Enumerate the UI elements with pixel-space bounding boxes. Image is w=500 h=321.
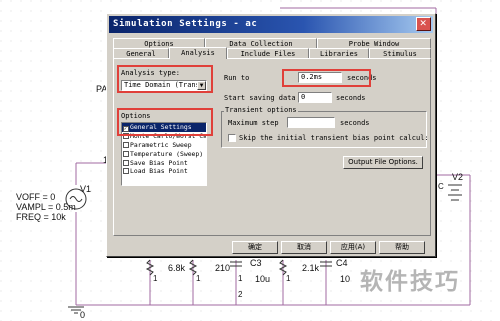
max-step-label: Maximum step xyxy=(228,119,279,127)
output-file-options-button[interactable]: Output File Options. xyxy=(343,156,423,169)
start-saving-unit: seconds xyxy=(336,94,366,102)
v1-freq: FREQ = 10k xyxy=(16,212,66,222)
checkbox-icon[interactable] xyxy=(123,141,129,148)
c4-value: 10 xyxy=(340,274,351,284)
pin-label: 1 xyxy=(286,274,291,283)
v1-label: V1 xyxy=(80,184,92,194)
c3-label: C3 xyxy=(250,258,262,268)
pin-label: 1 xyxy=(196,274,201,283)
list-item[interactable]: Load Bias Point xyxy=(122,167,206,176)
v1-vampl: VAMPL = 0.5m xyxy=(16,202,76,212)
ground-label: 0 xyxy=(80,310,86,320)
help-button[interactable]: 帮助 xyxy=(379,241,425,254)
close-button[interactable]: ✕ xyxy=(416,17,431,31)
annotation-highlight xyxy=(117,65,213,93)
r3-value: 2.1k xyxy=(302,263,320,273)
annotation-highlight xyxy=(117,108,213,136)
option-label: Load Bias Point xyxy=(130,167,188,176)
skip-bias-checkbox[interactable] xyxy=(228,134,236,142)
r2-value: 210 xyxy=(215,263,231,273)
v1-voff: VOFF = 0 xyxy=(16,192,56,202)
max-step-input[interactable] xyxy=(287,117,335,128)
close-icon: ✕ xyxy=(419,19,428,29)
checkbox-icon[interactable] xyxy=(123,150,129,157)
option-label: Temperature (Sweep) xyxy=(130,149,204,158)
ok-button[interactable]: 确定 xyxy=(232,241,278,254)
option-label: Save Bias Point xyxy=(130,158,188,167)
start-saving-input[interactable]: 0 xyxy=(298,92,332,103)
apply-button[interactable]: 应用(A) xyxy=(330,241,376,254)
max-step-unit: seconds xyxy=(340,119,370,127)
checkbox-icon[interactable] xyxy=(123,168,129,175)
list-item[interactable]: Parametric Sweep xyxy=(122,141,206,150)
dialog-titlebar[interactable]: Simulation Settings - ac ✕ xyxy=(109,16,433,33)
v2-label: V2 xyxy=(452,172,464,182)
transient-options-label: Transient options xyxy=(224,106,298,115)
pin-label: 1 xyxy=(238,274,243,283)
start-saving-label: Start saving data xyxy=(224,94,296,102)
annotation-highlight xyxy=(282,69,371,87)
list-item[interactable]: Temperature (Sweep) xyxy=(122,150,206,159)
pin-label: 2 xyxy=(238,290,243,299)
simulation-settings-dialog: Simulation Settings - ac ✕ Options Data … xyxy=(106,13,436,257)
run-to-label: Run to xyxy=(224,74,250,82)
checkbox-icon[interactable] xyxy=(123,159,129,166)
pin-label: 1 xyxy=(153,274,158,283)
r1-value: 6.8k xyxy=(168,263,186,273)
list-item[interactable]: Save Bias Point xyxy=(122,159,206,168)
c3-value: 10u xyxy=(255,274,271,284)
cap-label-right: C xyxy=(438,182,444,191)
tab-analysis[interactable]: Analysis xyxy=(169,47,227,59)
option-label: Parametric Sweep xyxy=(130,140,192,149)
skip-bias-label: Skip the initial transient bias point ca… xyxy=(239,134,429,142)
watermark: 软件技巧 xyxy=(360,269,460,295)
dialog-title: Simulation Settings - ac xyxy=(113,19,258,29)
c4-label: C4 xyxy=(336,258,348,268)
cancel-button[interactable]: 取消 xyxy=(281,241,327,254)
